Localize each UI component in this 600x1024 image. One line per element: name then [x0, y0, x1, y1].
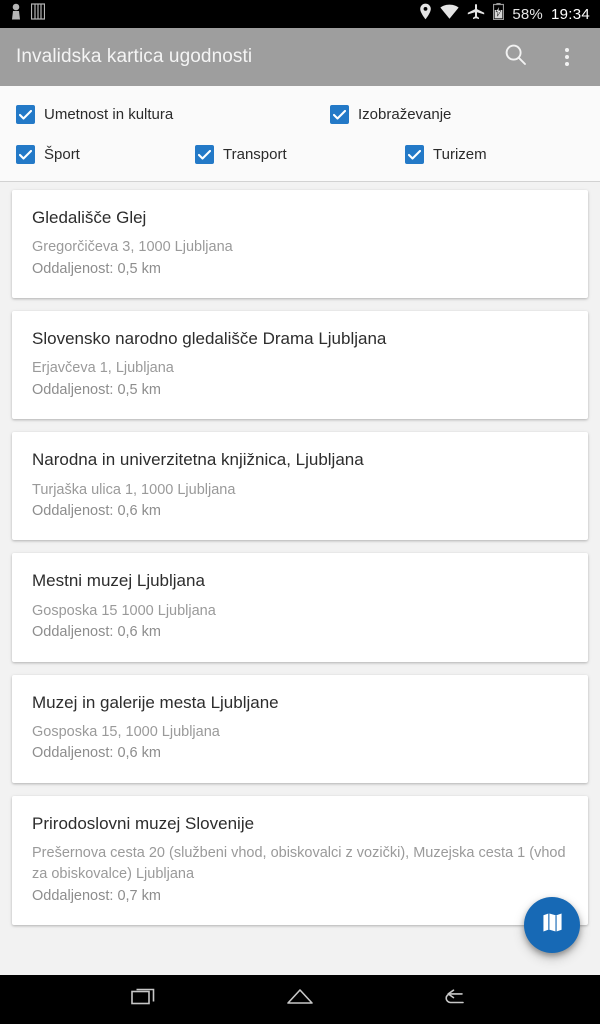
phone-screen: 58% 19:34 Invalidska kartica ugodnosti U… [0, 0, 600, 1024]
status-bar-right-icons: 58% 19:34 [419, 3, 590, 25]
app-bar: Invalidska kartica ugodnosti [0, 28, 600, 86]
filter-checkbox-transport[interactable]: Transport [195, 145, 287, 164]
filter-row-2: Šport Transport Turizem [0, 138, 600, 171]
venue-distance: Oddaljenost: 0,5 km [32, 381, 161, 398]
filter-label: Šport [44, 146, 80, 163]
venue-name: Prirodoslovni muzej Slovenije [32, 813, 255, 833]
venue-name: Narodna in univerzitetna knjižnica, Ljub… [32, 450, 364, 470]
venue-card[interactable]: Narodna in univerzitetna knjižnica, Ljub… [12, 432, 588, 541]
checkbox-checked-icon[interactable] [405, 145, 424, 164]
filter-label: Turizem [433, 146, 487, 163]
clock-label: 19:34 [550, 5, 590, 23]
map-icon [540, 910, 565, 940]
venue-address: Erjavčeva 1, Ljubljana [32, 360, 174, 377]
checkbox-checked-icon[interactable] [330, 105, 349, 124]
venue-name: Muzej in galerije mesta Ljubljane [32, 692, 279, 712]
venue-card[interactable]: Slovensko narodno gledališče Drama Ljubl… [12, 311, 588, 420]
status-bar: 58% 19:34 [0, 0, 600, 28]
home-icon [286, 986, 314, 1013]
venue-distance: Oddaljenost: 0,6 km [32, 624, 161, 641]
venue-name: Gledališče Glej [32, 208, 147, 227]
checkbox-checked-icon[interactable] [195, 145, 214, 164]
overflow-menu-button[interactable] [550, 40, 584, 74]
search-icon [504, 43, 527, 71]
checkbox-checked-icon[interactable] [16, 145, 35, 164]
venue-address: Prešernova cesta 20 (službeni vhod, obis… [32, 845, 566, 883]
location-pin-icon [419, 3, 432, 25]
venue-list[interactable]: Gledališče Glej Gregorčičeva 3, 1000 Lju… [0, 182, 600, 975]
filter-row-1: Umetnost in kultura Izobraževanje [0, 98, 600, 131]
home-button[interactable] [278, 978, 322, 1022]
filter-checkbox-sport[interactable]: Šport [16, 145, 80, 164]
sim-card-icon [30, 3, 46, 25]
status-bar-left-icons [10, 3, 46, 25]
venue-address: Turjaška ulica 1, 1000 Ljubljana [32, 481, 236, 498]
filter-label: Izobraževanje [358, 106, 452, 123]
venue-distance: Oddaljenost: 0,6 km [32, 503, 161, 520]
venue-address: Gosposka 15, 1000 Ljubljana [32, 723, 220, 740]
recents-button[interactable] [124, 978, 168, 1022]
battery-percent-label: 58% [512, 5, 543, 23]
more-vertical-icon [565, 48, 569, 66]
person-icon [10, 3, 22, 25]
venue-card[interactable]: Mestni muzej Ljubljana Gosposka 15 1000 … [12, 553, 588, 662]
filter-label: Transport [223, 146, 287, 163]
venue-address: Gosposka 15 1000 Ljubljana [32, 602, 216, 619]
app-bar-actions [498, 40, 584, 74]
venue-distance: Oddaljenost: 0,7 km [32, 887, 161, 904]
venue-card[interactable]: Muzej in galerije mesta Ljubljane Gospos… [12, 674, 588, 783]
venue-address: Gregorčičeva 3, 1000 Ljubljana [32, 239, 233, 256]
venue-distance: Oddaljenost: 0,5 km [32, 260, 161, 277]
venue-name: Mestni muzej Ljubljana [32, 571, 205, 591]
venue-card[interactable]: Prirodoslovni muzej Slovenije Prešernova… [12, 795, 588, 926]
back-button[interactable] [432, 978, 476, 1022]
wifi-icon [440, 4, 459, 25]
filter-label: Umetnost in kultura [44, 106, 174, 123]
battery-charging-icon [493, 3, 505, 25]
recents-icon [131, 985, 161, 1014]
venue-card[interactable]: Gledališče Glej Gregorčičeva 3, 1000 Lju… [12, 190, 588, 299]
back-icon [440, 986, 468, 1013]
checkbox-checked-icon[interactable] [16, 105, 35, 124]
android-navigation-bar [0, 975, 600, 1024]
venue-name: Slovensko narodno gledališče Drama Ljubl… [32, 329, 387, 349]
airplane-mode-icon [467, 3, 485, 25]
filter-checkbox-izobrazevanje[interactable]: Izobraževanje [330, 105, 451, 124]
filter-checkbox-umetnost-in-kultura[interactable]: Umetnost in kultura [16, 105, 173, 124]
filter-checkbox-turizem[interactable]: Turizem [405, 145, 487, 164]
app-bar-title: Invalidska kartica ugodnosti [16, 46, 253, 67]
venue-distance: Oddaljenost: 0,6 km [32, 745, 161, 762]
map-fab-button[interactable] [524, 897, 580, 953]
search-button[interactable] [498, 40, 532, 74]
category-filter-bar: Umetnost in kultura Izobraževanje Šport [0, 86, 600, 182]
